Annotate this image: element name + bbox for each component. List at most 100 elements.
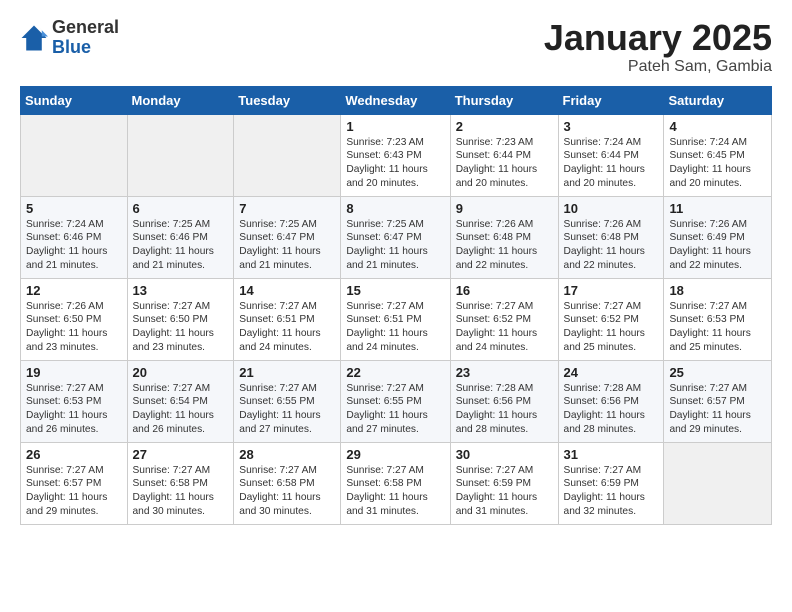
day-cell: 18 Sunrise: 7:27 AM Sunset: 6:53 PM Dayli… (664, 278, 772, 360)
day-number: 28 (239, 447, 335, 462)
day-cell (234, 114, 341, 196)
weekday-header: Thursday (450, 86, 558, 114)
day-cell: 9Sunrise: 7:26 AM Sunset: 6:48 PM Daylig… (450, 196, 558, 278)
day-cell: 12 Sunrise: 7:26 AM Sunset: 6:50 PM Dayli… (21, 278, 128, 360)
day-cell: 20 Sunrise: 7:27 AM Sunset: 6:54 PM Dayli… (127, 360, 234, 442)
title-location: Pateh Sam, Gambia (544, 58, 772, 76)
day-number: 22 (346, 365, 444, 380)
day-number: 10 (564, 201, 659, 216)
day-info: Sunrise: 7:25 AM Sunset: 6:47 PM Dayligh… (239, 218, 335, 273)
day-number: 4 (669, 119, 766, 134)
day-cell: 24Sunrise: 7:28 AM Sunset: 6:56 PM Dayli… (558, 360, 664, 442)
day-cell: 4Sunrise: 7:24 AM Sunset: 6:45 PM Daylig… (664, 114, 772, 196)
logo: General Blue (20, 18, 119, 58)
day-info: Sunrise: 7:26 AM Sunset: 6:50 PM Dayligh… (26, 300, 122, 355)
day-info: Sunrise: 7:27 AM Sunset: 6:55 PM Dayligh… (239, 382, 335, 437)
day-number: 8 (346, 201, 444, 216)
weekday-header: Friday (558, 86, 664, 114)
day-number: 3 (564, 119, 659, 134)
day-number: 26 (26, 447, 122, 462)
day-cell: 3 Sunrise: 7:24 AM Sunset: 6:44 PM Daylig… (558, 114, 664, 196)
day-cell: 21Sunrise: 7:27 AM Sunset: 6:55 PM Dayli… (234, 360, 341, 442)
day-number: 5 (26, 201, 122, 216)
week-row: 19Sunrise: 7:27 AM Sunset: 6:53 PM Dayli… (21, 360, 772, 442)
weekday-header: Saturday (664, 86, 772, 114)
day-number: 18 (669, 283, 766, 298)
day-info: Sunrise: 7:27 AM Sunset: 6:51 PM Dayligh… (346, 300, 444, 355)
header: General Blue January 2025 Pateh Sam, Gam… (20, 18, 772, 76)
day-info: Sunrise: 7:23 AM Sunset: 6:44 PM Dayligh… (456, 136, 553, 191)
day-cell: 15 Sunrise: 7:27 AM Sunset: 6:51 PM Dayli… (341, 278, 450, 360)
day-cell: 31 Sunrise: 7:27 AM Sunset: 6:59 PM Dayli… (558, 442, 664, 524)
day-info: Sunrise: 7:23 AM Sunset: 6:43 PM Dayligh… (346, 136, 444, 191)
day-number: 25 (669, 365, 766, 380)
day-cell: 28Sunrise: 7:27 AM Sunset: 6:58 PM Dayli… (234, 442, 341, 524)
day-info: Sunrise: 7:27 AM Sunset: 6:50 PM Dayligh… (133, 300, 229, 355)
day-number: 20 (133, 365, 229, 380)
day-number: 13 (133, 283, 229, 298)
day-info: Sunrise: 7:28 AM Sunset: 6:56 PM Dayligh… (456, 382, 553, 437)
day-number: 9 (456, 201, 553, 216)
week-row: 5 Sunrise: 7:24 AM Sunset: 6:46 PM Daylig… (21, 196, 772, 278)
day-number: 6 (133, 201, 229, 216)
day-info: Sunrise: 7:27 AM Sunset: 6:59 PM Dayligh… (564, 464, 659, 519)
day-cell: 5 Sunrise: 7:24 AM Sunset: 6:46 PM Daylig… (21, 196, 128, 278)
week-row: 1 Sunrise: 7:23 AM Sunset: 6:43 PM Daylig… (21, 114, 772, 196)
calendar-table: SundayMondayTuesdayWednesdayThursdayFrid… (20, 86, 772, 525)
day-info: Sunrise: 7:25 AM Sunset: 6:47 PM Dayligh… (346, 218, 444, 273)
day-cell: 25Sunrise: 7:27 AM Sunset: 6:57 PM Dayli… (664, 360, 772, 442)
day-info: Sunrise: 7:27 AM Sunset: 6:58 PM Dayligh… (133, 464, 229, 519)
day-info: Sunrise: 7:24 AM Sunset: 6:46 PM Dayligh… (26, 218, 122, 273)
day-number: 19 (26, 365, 122, 380)
day-cell: 2 Sunrise: 7:23 AM Sunset: 6:44 PM Daylig… (450, 114, 558, 196)
day-number: 12 (26, 283, 122, 298)
week-row: 12 Sunrise: 7:26 AM Sunset: 6:50 PM Dayli… (21, 278, 772, 360)
day-info: Sunrise: 7:27 AM Sunset: 6:54 PM Dayligh… (133, 382, 229, 437)
day-number: 15 (346, 283, 444, 298)
weekday-header: Monday (127, 86, 234, 114)
day-number: 31 (564, 447, 659, 462)
day-cell: 17 Sunrise: 7:27 AM Sunset: 6:52 PM Dayli… (558, 278, 664, 360)
weekday-header-row: SundayMondayTuesdayWednesdayThursdayFrid… (21, 86, 772, 114)
logo-general-label: General (52, 18, 119, 38)
day-info: Sunrise: 7:24 AM Sunset: 6:44 PM Dayligh… (564, 136, 659, 191)
day-cell: 7 Sunrise: 7:25 AM Sunset: 6:47 PM Daylig… (234, 196, 341, 278)
day-number: 7 (239, 201, 335, 216)
day-cell: 26 Sunrise: 7:27 AM Sunset: 6:57 PM Dayli… (21, 442, 128, 524)
day-info: Sunrise: 7:27 AM Sunset: 6:58 PM Dayligh… (346, 464, 444, 519)
day-info: Sunrise: 7:26 AM Sunset: 6:48 PM Dayligh… (564, 218, 659, 273)
day-cell: 27 Sunrise: 7:27 AM Sunset: 6:58 PM Dayli… (127, 442, 234, 524)
day-number: 1 (346, 119, 444, 134)
day-number: 2 (456, 119, 553, 134)
day-info: Sunrise: 7:27 AM Sunset: 6:51 PM Dayligh… (239, 300, 335, 355)
week-row: 26 Sunrise: 7:27 AM Sunset: 6:57 PM Dayli… (21, 442, 772, 524)
day-number: 30 (456, 447, 553, 462)
weekday-header: Wednesday (341, 86, 450, 114)
weekday-header: Tuesday (234, 86, 341, 114)
day-cell (21, 114, 128, 196)
day-info: Sunrise: 7:27 AM Sunset: 6:59 PM Dayligh… (456, 464, 553, 519)
day-info: Sunrise: 7:25 AM Sunset: 6:46 PM Dayligh… (133, 218, 229, 273)
calendar-page: General Blue January 2025 Pateh Sam, Gam… (0, 0, 792, 543)
day-number: 17 (564, 283, 659, 298)
title-month: January 2025 (544, 18, 772, 58)
day-number: 14 (239, 283, 335, 298)
day-cell (127, 114, 234, 196)
day-info: Sunrise: 7:27 AM Sunset: 6:57 PM Dayligh… (26, 464, 122, 519)
day-cell: 22Sunrise: 7:27 AM Sunset: 6:55 PM Dayli… (341, 360, 450, 442)
logo-text: General Blue (52, 18, 119, 58)
day-cell: 13 Sunrise: 7:27 AM Sunset: 6:50 PM Dayli… (127, 278, 234, 360)
day-cell: 14 Sunrise: 7:27 AM Sunset: 6:51 PM Dayli… (234, 278, 341, 360)
day-number: 16 (456, 283, 553, 298)
day-cell: 8 Sunrise: 7:25 AM Sunset: 6:47 PM Daylig… (341, 196, 450, 278)
day-cell: 11Sunrise: 7:26 AM Sunset: 6:49 PM Dayli… (664, 196, 772, 278)
day-number: 27 (133, 447, 229, 462)
weekday-header: Sunday (21, 86, 128, 114)
day-cell: 30 Sunrise: 7:27 AM Sunset: 6:59 PM Dayli… (450, 442, 558, 524)
day-info: Sunrise: 7:27 AM Sunset: 6:52 PM Dayligh… (564, 300, 659, 355)
day-info: Sunrise: 7:26 AM Sunset: 6:49 PM Dayligh… (669, 218, 766, 273)
day-cell: 16Sunrise: 7:27 AM Sunset: 6:52 PM Dayli… (450, 278, 558, 360)
day-number: 29 (346, 447, 444, 462)
day-info: Sunrise: 7:28 AM Sunset: 6:56 PM Dayligh… (564, 382, 659, 437)
day-info: Sunrise: 7:27 AM Sunset: 6:53 PM Dayligh… (669, 300, 766, 355)
